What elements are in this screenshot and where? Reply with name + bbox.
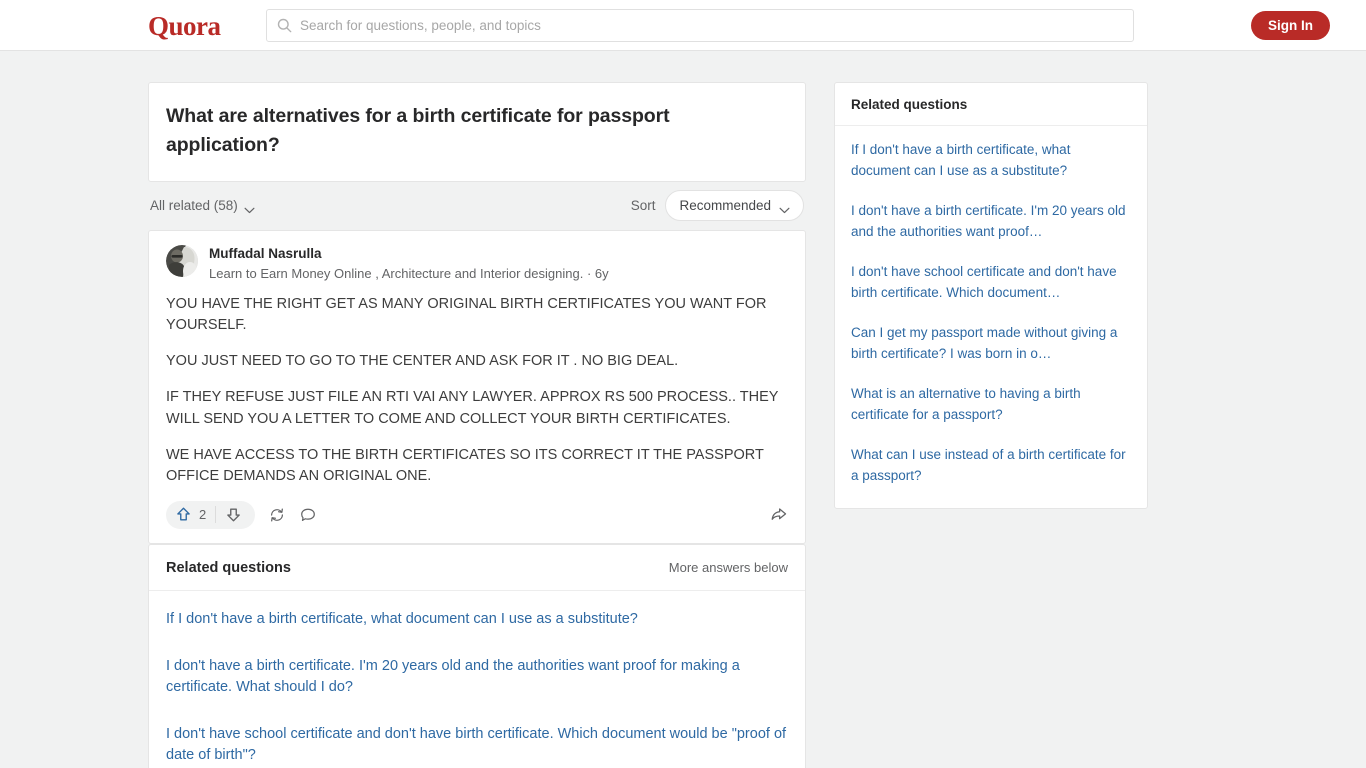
answer-card: Muffadal Nasrulla Learn to Earn Money On… (148, 229, 806, 544)
comment-bubble-icon (299, 506, 317, 524)
answer-action-bar: 2 (166, 500, 788, 535)
search-icon (277, 18, 292, 33)
site-header: Quora Sign In (0, 0, 1366, 51)
related-questions-card: Related questions More answers below If … (148, 543, 806, 768)
vote-group: 2 (166, 500, 256, 529)
all-related-label: All related (58) (150, 198, 238, 214)
sidebar-related-questions-card: Related questions If I don't have a birt… (834, 82, 1148, 510)
answer-paragraph: YOU JUST NEED TO GO TO THE CENTER AND AS… (166, 353, 679, 370)
search-input[interactable] (300, 18, 1123, 33)
list-item[interactable]: If I don't have a birth certificate, wha… (166, 596, 788, 643)
author-name[interactable]: Muffadal Nasrulla (209, 245, 609, 263)
sidebar-list-item[interactable]: If I don't have a birth certificate, wha… (851, 130, 1131, 191)
upvote-button[interactable]: 2 (175, 506, 215, 523)
page-body: What are alternatives for a birth certif… (0, 51, 1366, 768)
sidebar-list-item[interactable]: What is an alternative to having a birth… (851, 374, 1131, 435)
filter-sort-row: All related (58) Sort Recommended (148, 182, 806, 230)
page-title: What are alternatives for a birth certif… (166, 105, 670, 156)
author-credential: Learn to Earn Money Online , Architectur… (209, 265, 609, 281)
sort-value: Recommended (679, 198, 771, 214)
author-text-block: Muffadal Nasrulla Learn to Earn Money On… (209, 245, 609, 284)
chevron-down-icon (779, 202, 790, 214)
main-column: What are alternatives for a birth certif… (148, 82, 806, 768)
repost-icon (268, 506, 286, 524)
quora-logo[interactable]: Quora (148, 11, 221, 42)
list-item[interactable]: I don't have a birth certificate. I'm 20… (166, 643, 788, 711)
related-questions-header: Related questions More answers below (149, 545, 805, 591)
chevron-down-icon (244, 202, 255, 214)
downvote-button[interactable] (216, 506, 251, 523)
sort-control: Sort Recommended (630, 190, 804, 222)
comment-button[interactable] (299, 506, 317, 524)
sign-in-button[interactable]: Sign In (1251, 11, 1330, 40)
upvote-count: 2 (199, 507, 207, 523)
all-related-filter[interactable]: All related (58) (150, 198, 255, 214)
sort-dropdown[interactable]: Recommended (665, 190, 804, 222)
related-questions-title: Related questions (166, 559, 291, 576)
repost-button[interactable] (268, 506, 286, 524)
sort-label: Sort (630, 198, 656, 214)
answer-paragraph: IF THEY REFUSE JUST FILE AN RTI VAI ANY … (166, 389, 779, 427)
sidebar-list-item[interactable]: What can I use instead of a birth certif… (851, 435, 1131, 496)
related-questions-list: If I don't have a birth certificate, wha… (149, 591, 805, 768)
answer-paragraph: YOU HAVE THE RIGHT GET AS MANY ORIGINAL … (166, 296, 767, 334)
question-card: What are alternatives for a birth certif… (148, 82, 806, 182)
avatar[interactable] (166, 244, 198, 277)
answer-author: Muffadal Nasrulla Learn to Earn Money On… (166, 244, 788, 284)
sidebar-related-questions-title: Related questions (835, 83, 1147, 126)
answer-paragraph: WE HAVE ACCESS TO THE BIRTH CERTIFICATES… (166, 446, 764, 484)
share-arrow-icon (769, 505, 788, 524)
share-button[interactable] (769, 505, 788, 524)
sidebar-column: Related questions If I don't have a birt… (834, 82, 1148, 510)
downvote-arrow-icon (225, 506, 242, 523)
sidebar-list-item[interactable]: I don't have school certificate and don'… (851, 252, 1131, 313)
more-answers-below-link[interactable]: More answers below (669, 560, 788, 575)
list-item[interactable]: I don't have school certificate and don'… (166, 711, 788, 768)
answer-body: YOU HAVE THE RIGHT GET AS MANY ORIGINAL … (166, 294, 788, 486)
upvote-arrow-icon (175, 506, 192, 523)
answer-actions-left: 2 (166, 500, 317, 529)
sidebar-list-item[interactable]: Can I get my passport made without givin… (851, 313, 1131, 374)
sidebar-related-questions-list: If I don't have a birth certificate, wha… (835, 126, 1147, 508)
search-bar[interactable] (266, 9, 1134, 42)
sidebar-list-item[interactable]: I don't have a birth certificate. I'm 20… (851, 191, 1131, 252)
